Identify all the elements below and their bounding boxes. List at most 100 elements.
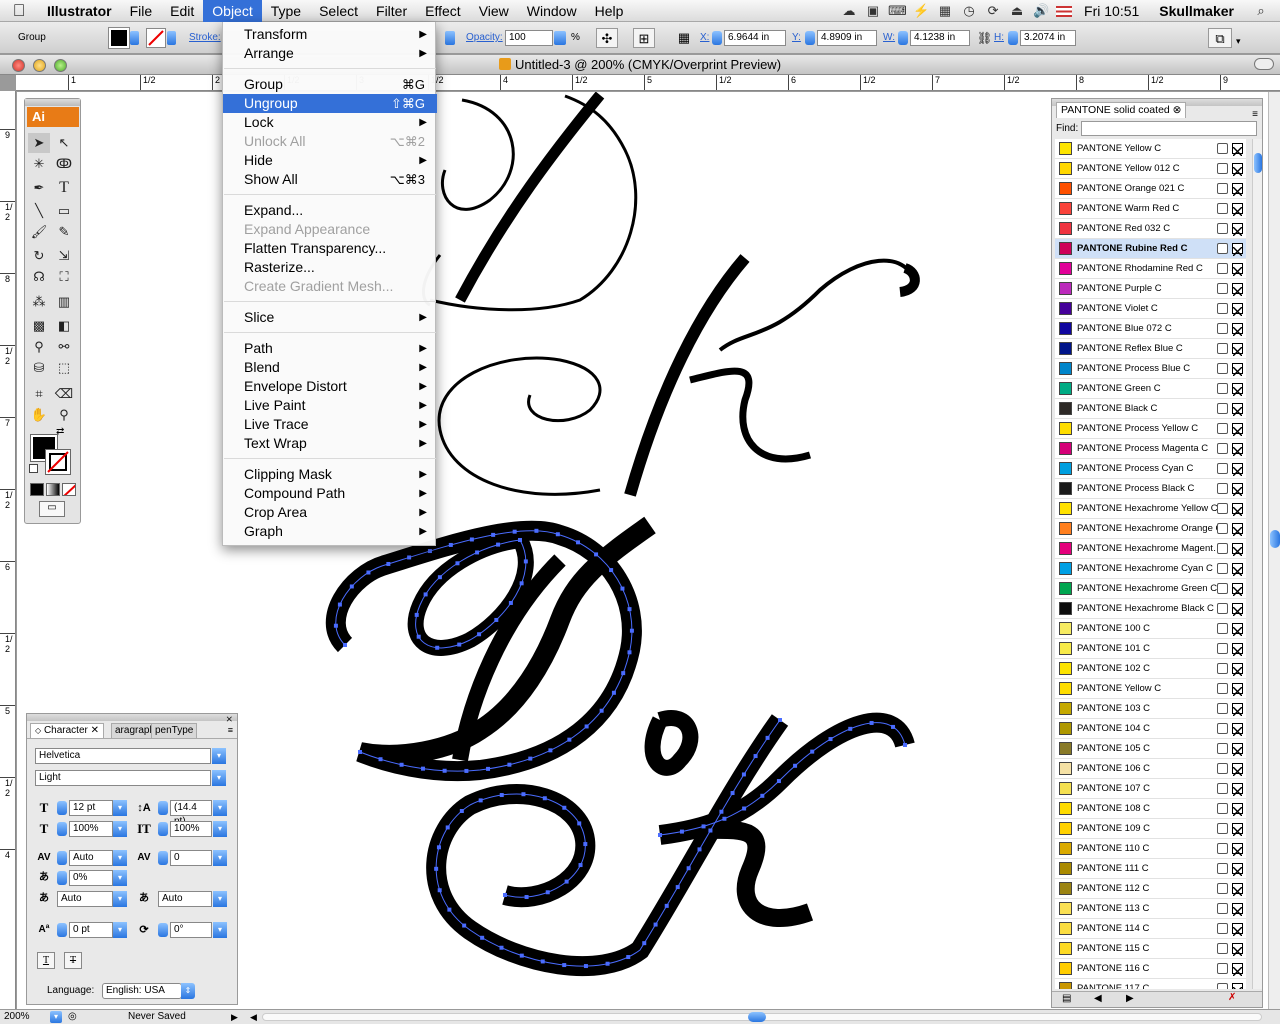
menu-item-ungroup[interactable]: Ungroup ⇧⌘G: [223, 94, 437, 113]
swatch-row[interactable]: PANTONE 109 C: [1055, 819, 1246, 839]
rectangle-tool-icon[interactable]: ▭: [53, 201, 75, 221]
stroke-color-box[interactable]: [45, 449, 71, 475]
swatch-row[interactable]: PANTONE 106 C: [1055, 759, 1246, 779]
tracking-field[interactable]: 0: [170, 850, 212, 866]
swatch-row[interactable]: PANTONE 105 C: [1055, 739, 1246, 759]
swatch-row[interactable]: PANTONE Green C: [1055, 379, 1246, 399]
volume-icon[interactable]: 🔊: [1032, 3, 1050, 19]
menu-item-rasterize[interactable]: Rasterize...: [223, 258, 437, 277]
swatch-row[interactable]: PANTONE 111 C: [1055, 859, 1246, 879]
swatch-row[interactable]: PANTONE 103 C: [1055, 699, 1246, 719]
swatch-row[interactable]: PANTONE Orange 021 C: [1055, 179, 1246, 199]
underline-button[interactable]: T: [37, 952, 55, 969]
h-stepper[interactable]: [1008, 31, 1018, 45]
swatch-row[interactable]: PANTONE 102 C: [1055, 659, 1246, 679]
tab-character[interactable]: ◇ Character ✕: [30, 723, 105, 738]
swatch-row[interactable]: PANTONE Rubine Red C: [1055, 239, 1246, 259]
vertical-ruler[interactable]: 9 1/2 8 1/2 7 1/2 6 1/2 5 1/2 4: [0, 91, 16, 1009]
swatch-row[interactable]: PANTONE Warm Red C: [1055, 199, 1246, 219]
w-field[interactable]: 4.1238 in: [910, 30, 970, 46]
align-icon[interactable]: ▦: [674, 28, 694, 48]
transform-panel-icon[interactable]: ⧉: [1208, 28, 1232, 48]
horizontal-scale-field[interactable]: 100%: [170, 821, 212, 837]
swatch-row[interactable]: PANTONE Rhodamine Red C: [1055, 259, 1246, 279]
panel-menu-icon[interactable]: ≡: [228, 725, 233, 735]
swatch-row[interactable]: PANTONE 112 C: [1055, 879, 1246, 899]
flag-icon[interactable]: [1056, 5, 1073, 17]
menu-window[interactable]: Window: [518, 0, 586, 22]
menu-edit[interactable]: Edit: [161, 0, 203, 22]
swatch-row[interactable]: PANTONE Purple C: [1055, 279, 1246, 299]
menu-select[interactable]: Select: [310, 0, 367, 22]
menu-type[interactable]: Type: [262, 0, 310, 22]
stroke-label[interactable]: Stroke:: [189, 28, 221, 48]
swatch-row[interactable]: PANTONE 107 C: [1055, 779, 1246, 799]
swatch-row[interactable]: PANTONE Yellow C: [1055, 679, 1246, 699]
aki-left-field[interactable]: Auto: [57, 891, 113, 907]
horizontal-scale-stepper[interactable]: [158, 822, 168, 836]
tools-panel-grip[interactable]: [25, 99, 80, 106]
swatch-row[interactable]: PANTONE Hexachrome Yellow C: [1055, 499, 1246, 519]
close-window-button[interactable]: [12, 59, 25, 72]
vertical-scale-stepper[interactable]: [57, 822, 67, 836]
delete-swatch-icon[interactable]: ✗: [1228, 992, 1236, 1003]
swatch-list[interactable]: PANTONE Yellow C PANTONE Yellow 012 C PANT…: [1052, 139, 1252, 989]
swatch-row[interactable]: PANTONE 116 C: [1055, 959, 1246, 979]
baseline-shift-stepper[interactable]: [57, 923, 67, 937]
menu-item-lock[interactable]: Lock ▶: [223, 113, 437, 132]
h-field[interactable]: 3.2074 in: [1020, 30, 1076, 46]
leading-field[interactable]: (14.4 pt): [170, 800, 212, 827]
font-family-dropdown[interactable]: ▾: [212, 748, 226, 764]
y-label[interactable]: Y:: [792, 28, 801, 48]
spotlight-search-icon[interactable]: ⌕: [1252, 3, 1270, 19]
stroke-swatch[interactable]: [146, 28, 166, 48]
tsume-field[interactable]: 0%: [69, 870, 113, 886]
opacity-label[interactable]: Opacity:: [466, 28, 503, 48]
menu-filter[interactable]: Filter: [367, 0, 416, 22]
menu-item-path[interactable]: Path ▶: [223, 339, 437, 358]
swatch-library-menu-icon[interactable]: ▤: [1062, 993, 1071, 1004]
free-transform-tool-icon[interactable]: ⛶: [53, 267, 75, 287]
lasso-tool-icon[interactable]: ↂ: [53, 154, 75, 174]
close-tab-icon[interactable]: ⊗: [1173, 104, 1182, 116]
menu-help[interactable]: Help: [586, 0, 633, 22]
isolate-group-icon[interactable]: ⊞: [633, 28, 655, 48]
font-size-field[interactable]: 12 pt: [69, 800, 113, 816]
swatch-row[interactable]: PANTONE 104 C: [1055, 719, 1246, 739]
kerning-dropdown[interactable]: ▾: [113, 850, 127, 866]
constrain-link-icon[interactable]: ⛓: [977, 28, 992, 48]
spaces-icon[interactable]: ▦: [936, 3, 954, 19]
swatch-row[interactable]: PANTONE Hexachrome Orange C: [1055, 519, 1246, 539]
tsume-stepper[interactable]: [57, 871, 67, 885]
menu-app-name[interactable]: Illustrator: [38, 0, 121, 22]
gradient-tool-icon[interactable]: ◧: [53, 316, 75, 336]
swatch-scrollbar[interactable]: [1252, 139, 1262, 989]
minimize-window-button[interactable]: [33, 59, 46, 72]
tracking-stepper[interactable]: [158, 851, 168, 865]
kerning-stepper[interactable]: [57, 851, 67, 865]
swap-fill-stroke-icon[interactable]: ⇄: [56, 426, 64, 437]
font-style-dropdown[interactable]: ▾: [212, 770, 226, 786]
vertical-scale-field[interactable]: 100%: [69, 821, 113, 837]
swatch-row[interactable]: PANTONE Violet C: [1055, 299, 1246, 319]
live-paint-selection-tool-icon[interactable]: ⬚: [53, 358, 75, 378]
swatch-row[interactable]: PANTONE Hexachrome Cyan C: [1055, 559, 1246, 579]
swatch-row[interactable]: PANTONE Process Cyan C: [1055, 459, 1246, 479]
time-machine-icon[interactable]: ◷: [960, 3, 978, 19]
character-rotation-stepper[interactable]: [158, 923, 168, 937]
swatch-row[interactable]: PANTONE 110 C: [1055, 839, 1246, 859]
w-label[interactable]: W:: [883, 28, 895, 48]
menu-item-compound-path[interactable]: Compound Path ▶: [223, 484, 437, 503]
menu-effect[interactable]: Effect: [416, 0, 470, 22]
scroll-left-icon[interactable]: ◀: [250, 1010, 257, 1024]
character-rotation-dropdown[interactable]: ▾: [213, 922, 227, 938]
baseline-shift-dropdown[interactable]: ▾: [113, 922, 127, 938]
next-library-icon[interactable]: ▶: [1126, 993, 1134, 1004]
gradient-mode-icon[interactable]: [46, 483, 60, 496]
cloud-icon[interactable]: ☁: [840, 3, 858, 19]
leading-stepper[interactable]: [158, 801, 168, 815]
menu-item-flatten-transparency[interactable]: Flatten Transparency...: [223, 239, 437, 258]
vertical-scale-dropdown[interactable]: ▾: [113, 821, 127, 837]
swatch-row[interactable]: PANTONE Red 032 C: [1055, 219, 1246, 239]
leading-dropdown[interactable]: ▾: [213, 800, 227, 816]
